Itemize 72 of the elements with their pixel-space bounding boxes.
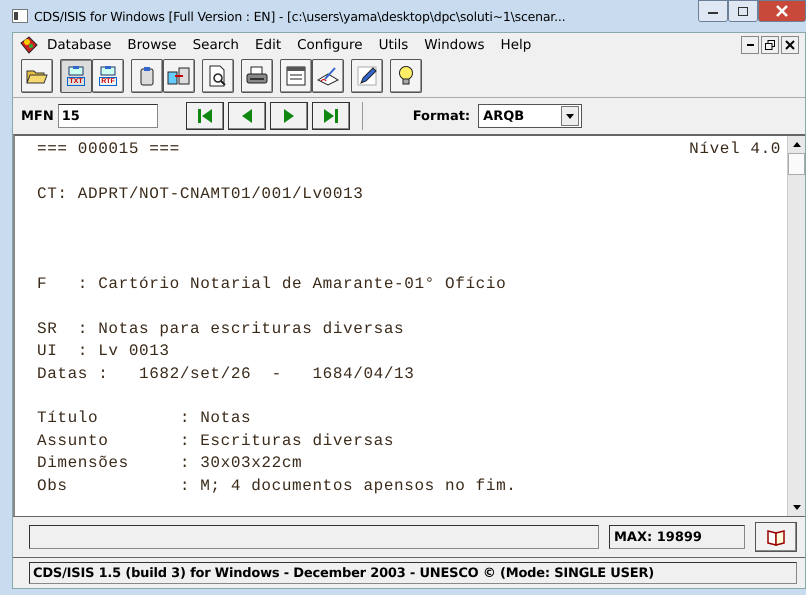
minimize-button[interactable] — [741, 36, 759, 54]
scrollbar[interactable] — [787, 136, 805, 516]
record-line: Obs : M; 4 documentos apensos no fim. — [37, 476, 518, 496]
app-logo-icon — [19, 35, 39, 55]
format-dropdown[interactable]: ARQB — [478, 104, 582, 128]
level-text: Nível 4.0 — [689, 139, 781, 160]
menu-item[interactable]: Help — [492, 37, 540, 53]
app-icon — [12, 9, 28, 23]
toolbar-button[interactable] — [202, 59, 234, 93]
max-records-field: MAX: 19899 — [609, 525, 745, 549]
mfn-field[interactable]: 15 — [58, 104, 158, 128]
document-icon — [100, 66, 116, 76]
book-icon — [766, 528, 786, 546]
restore-button[interactable] — [761, 36, 779, 54]
previous-arrow-icon — [240, 107, 253, 125]
toolbar-button[interactable] — [241, 59, 273, 93]
first-record-icon — [196, 107, 214, 125]
toolbar-button[interactable] — [163, 59, 195, 93]
maximize-button[interactable] — [728, 0, 758, 22]
toolbar-button[interactable] — [280, 59, 312, 93]
scroll-up-icon — [792, 142, 800, 147]
toolbar-button[interactable] — [312, 59, 344, 93]
navigation-button[interactable] — [228, 102, 266, 130]
menu-item[interactable]: Browse — [119, 37, 185, 53]
book-button[interactable] — [755, 522, 797, 552]
close-button[interactable] — [781, 36, 799, 54]
navigation-button[interactable] — [270, 102, 308, 130]
copy-icon — [167, 66, 191, 86]
close-icon — [785, 40, 795, 50]
record-line: UI : Lv 0013 — [37, 341, 171, 362]
pen-paper-icon — [317, 66, 339, 86]
minimize-button[interactable] — [698, 0, 728, 22]
record-line: Dimensões : 30x03x22cm — [37, 453, 304, 474]
toolbar-button[interactable] — [131, 59, 163, 93]
minimize-icon — [746, 44, 754, 46]
status-text: CDS/ISIS 1.5 (build 3) for Windows - December 2003 - UNESCO © (Mode: SINGLE USER) — [29, 562, 797, 584]
dropdown-arrow-icon — [566, 114, 574, 118]
record-line: Datas : 1682/set/26 - 1684/04/13 — [37, 364, 416, 384]
record-line: SR : Notas para escrituras diversas — [37, 318, 406, 340]
magnifier-page-icon — [208, 65, 228, 87]
clipboard-icon — [140, 66, 154, 86]
printer-icon — [246, 66, 268, 86]
scroll-thumb[interactable] — [788, 153, 805, 175]
document-icon — [68, 66, 84, 76]
pencil-icon — [356, 65, 378, 87]
toolbar-button[interactable] — [390, 59, 422, 93]
next-arrow-icon — [282, 107, 295, 125]
record-line: F : Cartório Notarial de Amarante-01° Ofício — [37, 274, 508, 295]
close-icon — [776, 5, 788, 17]
menu-item[interactable]: Configure — [289, 37, 371, 53]
record-header: === 000015 === — [37, 139, 180, 160]
mfn-label: MFN — [21, 108, 54, 124]
toolbar-button[interactable] — [351, 59, 383, 93]
record-line: Título : Notas — [37, 408, 252, 429]
menu-item[interactable]: Search — [184, 37, 247, 53]
lightbulb-icon — [398, 65, 414, 87]
maximize-icon — [738, 6, 748, 16]
record-line: CT: ADPRT/NOT-CNAMT01/001/Lv0013 — [37, 184, 364, 204]
restore-icon — [765, 40, 775, 50]
form-window-icon — [286, 66, 306, 86]
window-title: CDS/ISIS for Windows [Full Version : EN] - [c:\users\yama\desktop\dpc\soluti~1\scenar... — [34, 8, 566, 24]
record-line: Assunto : Escrituras diversas — [37, 430, 396, 452]
toolbar-button[interactable] — [21, 59, 53, 93]
menu-item[interactable]: Windows — [416, 37, 493, 53]
navigation-button[interactable] — [312, 102, 350, 130]
menu-item[interactable]: Utils — [370, 37, 416, 53]
last-record-icon — [322, 107, 340, 125]
navigation-button[interactable] — [186, 102, 224, 130]
menu-item[interactable]: Database — [39, 37, 120, 53]
scroll-down-icon — [792, 505, 800, 510]
menu-item[interactable]: Edit — [246, 37, 290, 53]
format-label: Format: — [412, 108, 470, 124]
